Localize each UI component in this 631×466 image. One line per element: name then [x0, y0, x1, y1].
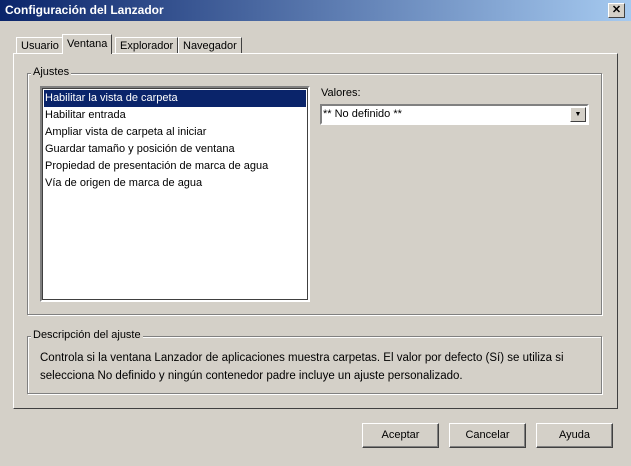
list-item[interactable]: Propiedad de presentación de marca de ag… — [44, 158, 306, 175]
list-item[interactable]: Vía de origen de marca de agua — [44, 175, 306, 192]
values-select[interactable]: ** No definido ** ▼ — [320, 104, 589, 125]
cancel-button[interactable]: Cancelar — [449, 423, 526, 448]
list-item[interactable]: Habilitar la vista de carpeta — [44, 90, 306, 107]
list-item[interactable]: Habilitar entrada — [44, 107, 306, 124]
settings-list[interactable]: Habilitar la vista de carpeta Habilitar … — [40, 86, 310, 302]
settings-legend: Ajustes — [31, 66, 72, 78]
list-item[interactable]: Guardar tamaño y posición de ventana — [44, 141, 306, 158]
tab-ventana[interactable]: Ventana — [62, 34, 113, 54]
description-legend: Descripción del ajuste — [31, 329, 143, 341]
window-title: Configuración del Lanzador — [5, 3, 164, 17]
values-selected: ** No definido ** — [323, 108, 402, 120]
tab-usuario[interactable]: Usuario — [16, 37, 64, 54]
close-icon: ✕ — [611, 4, 622, 16]
description-text: Controla si la ventana Lanzador de aplic… — [40, 352, 564, 382]
tab-navegador[interactable]: Navegador — [178, 37, 242, 54]
chevron-down-icon[interactable]: ▼ — [570, 107, 586, 122]
ok-button[interactable]: Aceptar — [362, 423, 439, 448]
help-button[interactable]: Ayuda — [536, 423, 613, 448]
close-button[interactable]: ✕ — [608, 3, 625, 18]
title-bar: Configuración del Lanzador — [0, 0, 631, 21]
tab-explorador[interactable]: Explorador — [115, 37, 179, 54]
list-item[interactable]: Ampliar vista de carpeta al iniciar — [44, 124, 306, 141]
values-label: Valores: — [321, 87, 361, 99]
